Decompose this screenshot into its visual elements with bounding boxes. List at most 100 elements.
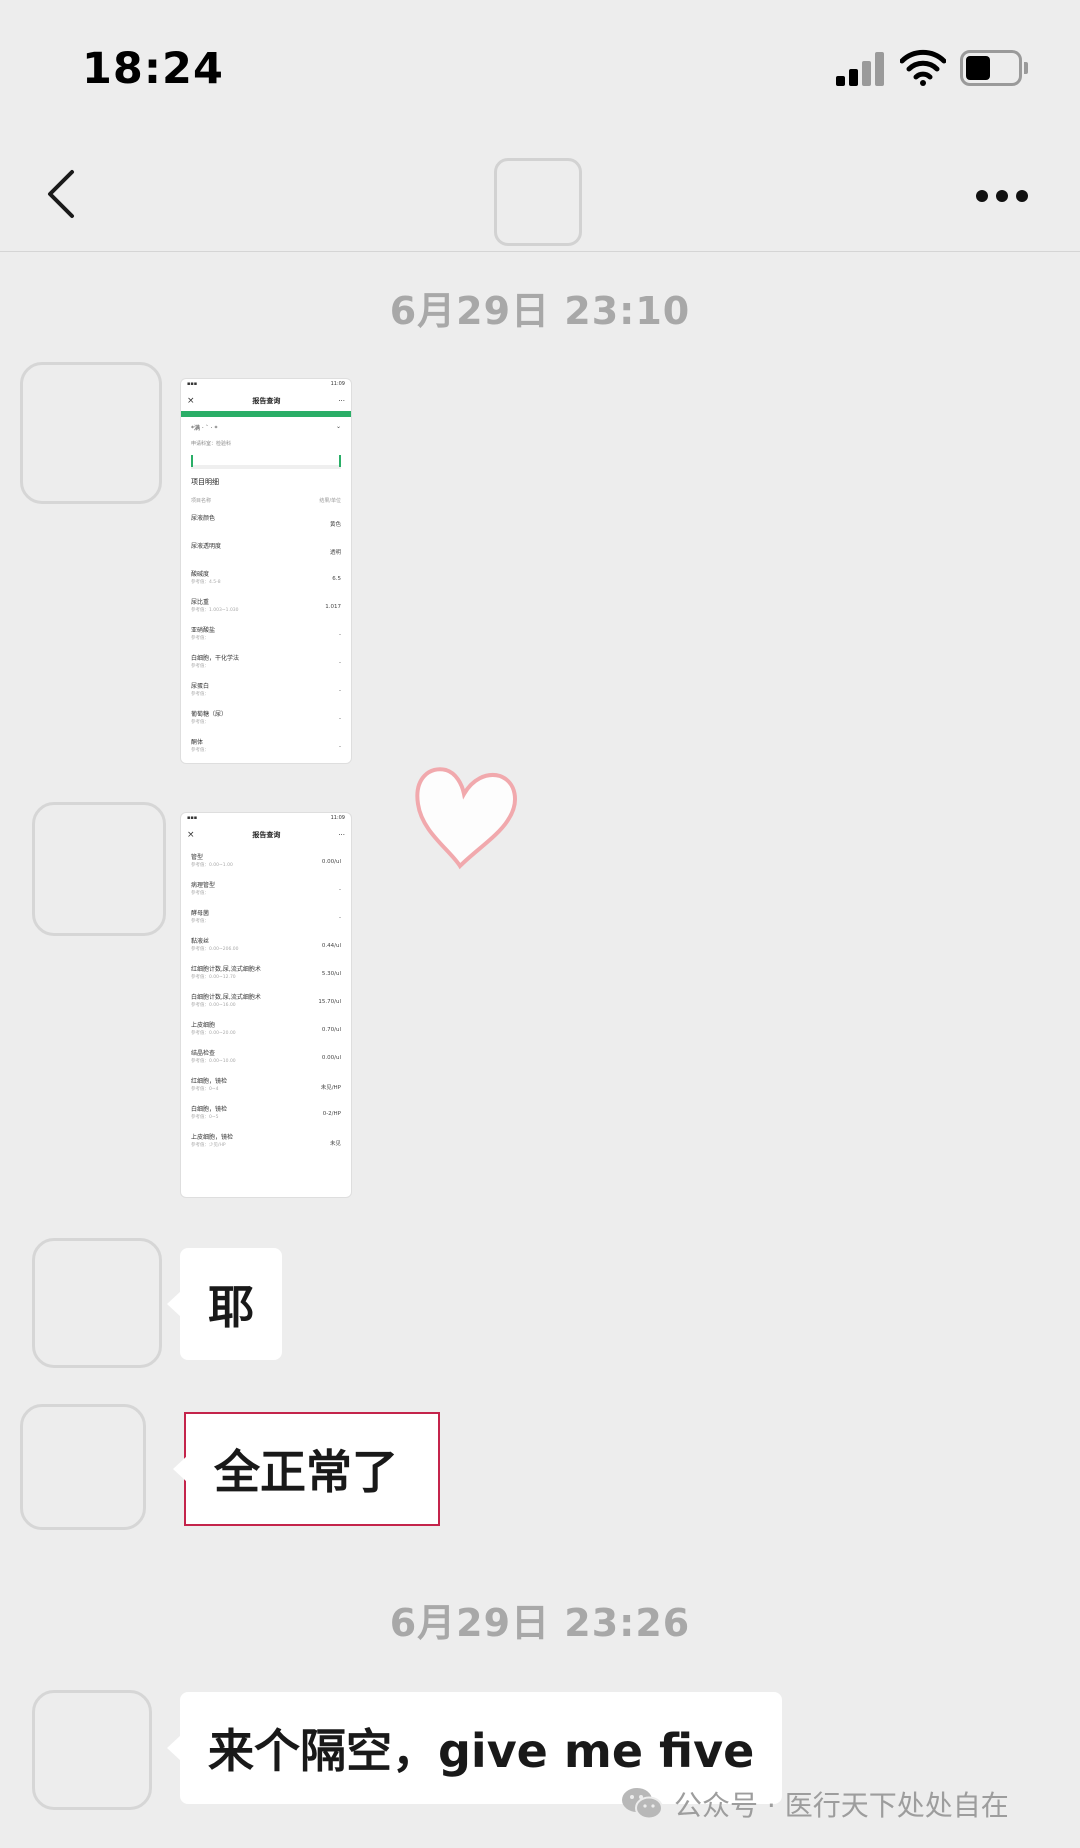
thumb-report-row: 白细胞计数,尿,流式细胞术 参考值：0.00~16.00 15.70/ul <box>181 989 351 1017</box>
thumb-item-value: 0.00/ul <box>321 1055 341 1061</box>
thumb-item-ref: 参考值：0.00~206.00 <box>191 947 239 952</box>
thumb-item-name: 红细胞计数,尿,流式细胞术 <box>191 966 261 973</box>
thumb-item-ref: 参考值：0.00~10.00 <box>191 1059 236 1064</box>
thumb-item-ref: 参考值：1.003~1.030 <box>191 608 239 613</box>
text-message[interactable]: 耶 <box>167 1248 282 1360</box>
thumb-item-ref: 参考值： <box>191 720 209 725</box>
message-timestamp: 6月29日 23:10 <box>389 289 691 333</box>
thumb-report-row: 酵母菌参考值： - <box>181 905 351 933</box>
wechat-icon <box>622 1788 663 1820</box>
thumb-report-row: 白细胞，镜检 参考值：0~5 0-2/HP <box>181 1101 351 1129</box>
thumb-report-row: 亚硝酸盐参考值： - <box>181 622 351 650</box>
thumb-item-value: 5.30/ul <box>321 971 341 977</box>
thumb-item-name: 酸碱度 <box>191 571 210 578</box>
thumb-item-ref: 参考值：0.00~20.00 <box>191 1031 236 1036</box>
avatar[interactable] <box>20 362 162 504</box>
thumb-item-value: 透明 <box>329 550 341 556</box>
thumb-title-bar: × 报告查询 ··· <box>187 396 345 406</box>
avatar[interactable] <box>32 802 166 936</box>
thumb-item-name: 结晶检查 <box>191 1050 216 1057</box>
thumb-report-row: 酮体 参考值： - <box>181 734 351 762</box>
thumb-item-ref: 参考值： <box>191 636 209 641</box>
thumb-item-ref: 参考值： <box>191 919 209 924</box>
thumb-item-name: 上皮细胞，镜检 <box>191 1134 234 1141</box>
thumb-report-row: 上皮细胞，镜检 参考值：少见/HP 未见 <box>181 1129 351 1157</box>
thumb-item-ref: 参考值：0.00~16.00 <box>191 1003 236 1008</box>
thumb-report-row: 红细胞计数,尿,流式细胞术 参考值：0.00~12.70 5.30/ul <box>181 961 351 989</box>
battery-icon <box>960 50 1028 86</box>
thumb-item-value: - <box>339 688 341 694</box>
thumb-item-value: - <box>339 660 341 666</box>
thumb-item-name: 病理管型 <box>191 882 216 889</box>
thumb-item-ref: 参考值：4.5-8 <box>191 580 221 585</box>
thumb-item-name: 管型 <box>191 854 204 861</box>
thumb-item-value: - <box>339 744 341 750</box>
avatar[interactable] <box>32 1238 162 1368</box>
thumb-item-value: 0.70/ul <box>321 1027 341 1033</box>
avatar[interactable] <box>32 1690 152 1810</box>
thumb-item-value: 未见/HP <box>320 1085 341 1091</box>
thumb-item-value: 黄色 <box>329 522 341 528</box>
thumb-item-name: 酵母菌 <box>191 910 210 917</box>
thumb-item-value: 未见 <box>329 1141 341 1147</box>
thumb-item-ref: 参考值： <box>191 891 209 896</box>
chevron-left-icon[interactable] <box>40 164 80 224</box>
thumb-item-name: 黏液丝 <box>191 938 210 945</box>
thumb-item-value: - <box>339 716 341 722</box>
watermark-text: 公众号 · 医行天下处处自在 <box>674 1789 1009 1822</box>
thumb-item-name: 白细胞计数,尿,流式细胞术 <box>191 994 261 1001</box>
thumb-report-row: 黏液丝参考值：0.00~206.00 0.44/ul <box>181 933 351 961</box>
thumb-status-bar: ▪▪▪ 11:09 <box>187 815 345 821</box>
ellipsis-icon[interactable] <box>974 184 1030 208</box>
thumb-item-ref: 参考值： <box>191 664 209 669</box>
thumb-item-name: 尿液透明度 <box>191 543 222 550</box>
thumb-item-ref: 参考值：0~4 <box>191 1087 219 1092</box>
thumb-item-value: 1.017 <box>325 604 341 610</box>
avatar[interactable] <box>20 1404 146 1530</box>
thumb-item-ref: 参考值：少见/HP <box>191 1143 226 1148</box>
image-message[interactable]: ▪▪▪ 11:09 × 报告查询 ··· 管型参考值：0.00~1.00 0.00/ul… <box>180 812 352 1198</box>
status-time: 18:24 <box>82 44 224 94</box>
thumb-item-value: - <box>339 915 341 921</box>
watermark: 公众号 · 医行天下处处自在 <box>620 1784 1009 1824</box>
thumb-item-name: 亚硝酸盐 <box>191 627 216 634</box>
thumb-item-value: 0.00/ul <box>321 859 341 865</box>
thumb-item-value: 15.70/ul <box>318 999 341 1005</box>
thumb-item-value: 0-2/HP <box>322 1111 341 1117</box>
thumb-report-row: 红细胞，镜检 参考值：0~4 未见/HP <box>181 1073 351 1101</box>
thumb-item-name: 白细胞，镜检 <box>191 1106 228 1113</box>
thumb-item-ref: 参考值：0.00~12.70 <box>191 975 236 980</box>
thumb-item-name: 上皮细胞 <box>191 1022 216 1029</box>
thumb-report-row: 结晶检查参考值：0.00~10.00 0.00/ul <box>181 1045 351 1073</box>
thumb-item-value: - <box>339 887 341 893</box>
thumb-title-bar: × 报告查询 ··· <box>187 830 345 840</box>
thumb-item-name: 白细胞，干化学法 <box>191 655 240 662</box>
chat-header <box>0 140 1080 252</box>
thumb-item-ref: 参考值：0.00~1.00 <box>191 863 233 868</box>
chat-title-avatar[interactable] <box>494 158 582 246</box>
thumb-report-row: 上皮细胞参考值：0.00~20.00 0.70/ul <box>181 1017 351 1045</box>
thumb-item-ref: 参考值： <box>191 748 209 753</box>
thumb-status-bar: ▪▪▪ 11:09 <box>187 381 345 387</box>
thumb-report-row: 葡萄糖（尿） 参考值： - <box>181 706 351 734</box>
cellular-signal-icon <box>836 52 886 86</box>
status-bar: 18:24 <box>0 0 1080 140</box>
thumb-report-row: 尿液透明度透明 <box>181 538 351 566</box>
thumb-report-row: 病理管型参考值： - <box>181 877 351 905</box>
thumb-item-value: - <box>339 632 341 638</box>
message-timestamp: 6月29日 23:26 <box>389 1601 691 1645</box>
thumb-report-row: 酸碱度参考值：4.5-8 6.5 <box>181 566 351 594</box>
thumb-item-value: 0.44/ul <box>321 943 341 949</box>
thumb-item-ref: 参考值：0~5 <box>191 1115 219 1120</box>
thumb-item-ref: 参考值： <box>191 692 209 697</box>
thumb-item-value: 6.5 <box>332 576 341 582</box>
text-message-highlighted[interactable]: 全正常了 <box>173 1412 440 1526</box>
wifi-icon <box>900 49 946 86</box>
thumb-report-row: 尿液颜色黄色 <box>181 510 351 538</box>
thumb-item-name: 尿蛋白 <box>191 683 210 690</box>
thumb-report-row: 尿蛋白参考值： - <box>181 678 351 706</box>
thumb-item-name: 尿液颜色 <box>191 515 216 522</box>
heart-sticker <box>415 767 517 870</box>
thumb-report-row: 尿比重 参考值：1.003~1.030 1.017 <box>181 594 351 622</box>
image-message[interactable]: ▪▪▪ 11:09 × 报告查询 ··· *满 · ` · * ⌄ 申请科室：检验科 项… <box>180 378 352 764</box>
